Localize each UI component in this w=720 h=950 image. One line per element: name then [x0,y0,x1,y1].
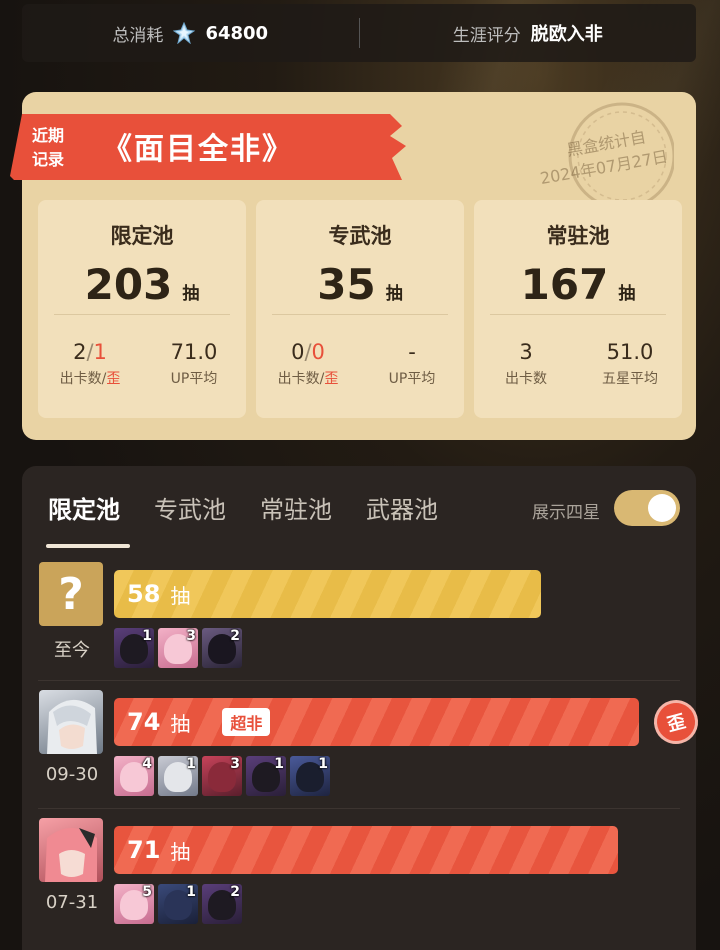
summary-card: 黑盒统计自 2024年07月27日 近期 记录 《面目全非》 限定池 203 抽… [10,92,696,440]
unknown-avatar-icon: ? [39,562,103,626]
divider [38,808,680,809]
off-banner-badge: 歪 [649,695,703,749]
pull-count: 58 [127,580,161,608]
character-avatar: 4 [114,756,154,796]
character-avatar [39,818,103,882]
four-star-list: 4 1 3 1 1 [114,756,330,796]
top-stats-bar: 总消耗 64800 生涯评分 脱欧入非 [22,4,696,62]
tab-weapon[interactable]: 武器池 [366,490,438,525]
show-four-star-toggle[interactable] [614,490,680,526]
tab-active-indicator [46,544,130,548]
pull-progress-bar: 74 抽 超非 [114,698,639,746]
divider [490,314,666,315]
pool-stat-cards: 0/0 出卡数/歪 [277,340,339,387]
career-rating: 生涯评分 脱欧入非 [360,4,697,62]
row-date: 07-31 [45,892,99,913]
history-row: ? 至今 58 抽 1 3 2 [22,562,696,686]
character-avatar: 1 [114,628,154,668]
row-date: 至今 [54,640,90,661]
pull-progress-bar: 71 抽 [114,826,618,874]
tab-weapon-exclusive[interactable]: 专武池 [154,490,226,525]
four-star-list: 1 3 2 [114,628,242,668]
pool-stat-average: - UP平均 [388,340,436,387]
pull-progress-bar: 58 抽 [114,570,541,618]
record-ribbon: 近期 记录 《面目全非》 [10,114,420,180]
history-panel: 限定池 专武池 常驻池 武器池 展示四星 ? 至今 58 抽 1 3 2 09-… [22,466,703,950]
career-rating-value: 脱欧入非 [530,24,603,45]
row-date: 09-30 [45,764,99,785]
character-avatar: 1 [290,756,330,796]
pool-stat-average: 71.0 UP平均 [170,340,218,387]
pool-stat-cards: 2/1 出卡数/歪 [59,340,121,387]
pool-name: 常驻池 [546,224,610,248]
pool-summary-limited: 限定池 203 抽 2/1 出卡数/歪 71.0 UP平均 [38,200,246,418]
character-avatar: 1 [158,884,198,924]
pool-pull-count: 167 [520,260,609,309]
ribbon-recent-label: 近期 记录 [32,126,65,169]
ribbon-title: 《面目全非》 [102,132,294,167]
pool-summary-weapon: 专武池 35 抽 0/0 出卡数/歪 - UP平均 [256,200,464,418]
crystal-icon [173,21,196,45]
pull-count: 71 [127,836,161,864]
show-four-star-label: 展示四星 [532,503,600,523]
pool-stat-average: 51.0 五星平均 [602,340,658,387]
pool-summary-list: 限定池 203 抽 2/1 出卡数/歪 71.0 UP平均 专武池 35 抽 0… [38,200,682,418]
history-row: 07-31 71 抽 5 1 2 [22,818,696,942]
character-avatar: 5 [114,884,154,924]
pull-count: 74 [127,708,161,736]
pool-pull-unit: 抽 [182,284,200,304]
total-consumption: 总消耗 64800 [22,4,359,62]
pool-pull-count: 203 [84,260,173,309]
career-rating-label: 生涯评分 [452,25,521,46]
pool-stat-cards: 3 出卡数 [505,340,547,387]
pull-unit: 抽 [170,839,191,864]
character-avatar: 1 [246,756,286,796]
character-avatar: 2 [202,884,242,924]
character-avatar [39,690,103,754]
character-avatar: 3 [158,628,198,668]
pool-tabs: 限定池 专武池 常驻池 武器池 [48,490,438,525]
divider [54,314,230,315]
pool-name: 专武池 [328,224,392,248]
pool-pull-count: 35 [317,260,376,309]
divider [38,680,680,681]
pool-pull-unit: 抽 [385,284,403,304]
total-consumption-value: 64800 [205,22,269,44]
tab-standard[interactable]: 常驻池 [260,490,332,525]
total-consumption-label: 总消耗 [112,25,164,46]
character-avatar: 1 [158,756,198,796]
pool-pull-unit: 抽 [618,284,636,304]
four-star-list: 5 1 2 [114,884,242,924]
pull-unit: 抽 [170,711,191,736]
character-avatar: 2 [202,628,242,668]
unlucky-badge: 超非 [222,708,271,736]
pool-summary-standard: 常驻池 167 抽 3 出卡数 51.0 五星平均 [474,200,682,418]
pool-name: 限定池 [110,224,174,248]
tab-limited[interactable]: 限定池 [48,490,120,525]
history-row: 09-30 74 抽 超非 歪 4 1 3 1 1 [22,690,703,814]
pull-unit: 抽 [170,583,191,608]
toggle-knob [648,494,676,522]
divider [272,314,448,315]
character-avatar: 3 [202,756,242,796]
